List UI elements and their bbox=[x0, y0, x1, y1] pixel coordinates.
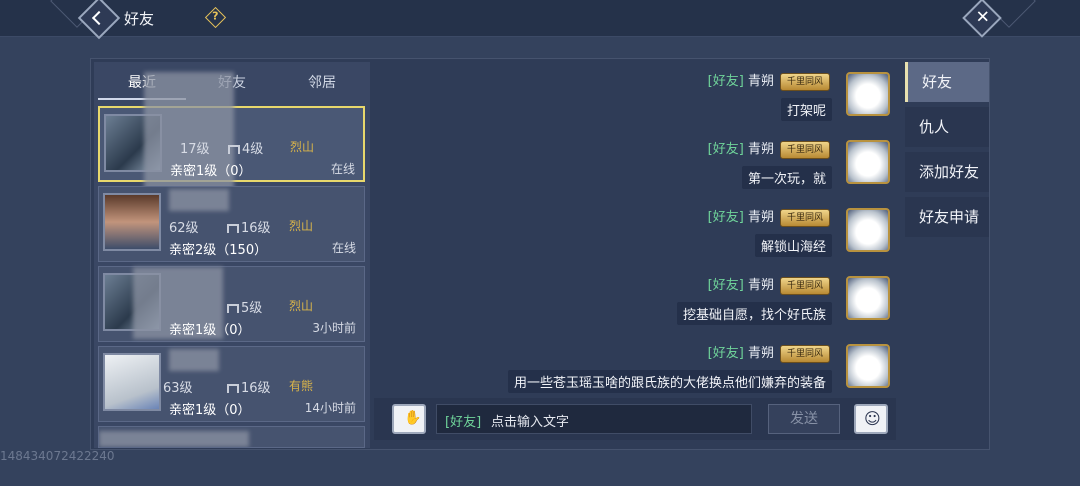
message-bubble: 挖基础自愿，找个好氏族 bbox=[676, 302, 832, 325]
privacy-blur bbox=[169, 189, 229, 211]
home-level: 5级 bbox=[227, 297, 262, 316]
chat-input-bar: ✋ [好友] 点击输入文字 发送 ☺ bbox=[374, 398, 896, 440]
player-level: 63级 bbox=[163, 381, 193, 396]
chat-message: [好友] 青朔 千里同风 用一些苍玉瑶玉啥的跟氏族的大佬换点他们嫌弃的装备 bbox=[374, 338, 900, 402]
sender-avatar[interactable] bbox=[846, 276, 890, 320]
side-tab-add-friend[interactable]: 添加好友 bbox=[905, 152, 989, 192]
player-level: 62级 bbox=[169, 221, 199, 236]
chat-message: [好友] 青朔 千里同风 解锁山海经 bbox=[374, 202, 900, 266]
send-button[interactable]: 发送 bbox=[768, 404, 840, 434]
side-tab-friend-requests[interactable]: 好友申请 bbox=[905, 197, 989, 237]
message-header: [好友] 青朔 千里同风 bbox=[708, 206, 830, 227]
page-title: 好友 bbox=[124, 10, 155, 28]
chat-input[interactable]: [好友] 点击输入文字 bbox=[436, 404, 752, 434]
message-header: [好友] 青朔 千里同风 bbox=[708, 70, 830, 91]
avatar bbox=[103, 193, 161, 251]
online-status: 在线 bbox=[331, 241, 356, 255]
player-level: 17级 bbox=[180, 142, 210, 157]
privacy-blur bbox=[99, 431, 249, 447]
online-status: 3小时前 bbox=[312, 321, 356, 335]
title-badge: 千里同风 bbox=[779, 73, 830, 91]
friend-card[interactable]: 63级 16级 有熊 亲密1级（0） 14小时前 bbox=[98, 346, 365, 422]
sect-name: 有熊 bbox=[289, 379, 314, 393]
message-header: [好友] 青朔 千里同风 bbox=[708, 342, 830, 363]
privacy-blur bbox=[169, 349, 219, 371]
friend-card[interactable] bbox=[98, 426, 365, 448]
home-level: 4级 bbox=[228, 138, 263, 157]
top-bar: 好友 ? ✕ bbox=[0, 0, 1080, 40]
intimacy-level: 亲密1级（0） bbox=[170, 164, 252, 179]
voice-button[interactable]: ✋ bbox=[392, 404, 426, 434]
home-icon bbox=[227, 384, 239, 393]
sender-avatar[interactable] bbox=[846, 344, 890, 388]
emoji-button[interactable]: ☺ bbox=[854, 404, 888, 434]
friend-card[interactable]: 62级 16级 烈山 亲密2级（150） 在线 bbox=[98, 186, 365, 262]
home-level: 16级 bbox=[227, 377, 271, 396]
emoji-icon: ☺ bbox=[864, 409, 881, 428]
sect-name: 烈山 bbox=[289, 219, 314, 233]
intimacy-level: 亲密1级（0） bbox=[169, 323, 251, 338]
sender-avatar[interactable] bbox=[846, 140, 890, 184]
close-icon: ✕ bbox=[975, 7, 990, 28]
message-header: [好友] 青朔 千里同风 bbox=[708, 138, 830, 159]
online-status: 在线 bbox=[330, 162, 355, 176]
privacy-blur bbox=[144, 72, 234, 202]
help-icon[interactable]: ? bbox=[204, 6, 227, 29]
intimacy-level: 亲密1级（0） bbox=[169, 403, 251, 418]
sect-name: 烈山 bbox=[289, 299, 314, 313]
channel-tag: [好友] bbox=[445, 415, 482, 430]
watermark-id: 148434072422240 bbox=[0, 449, 115, 463]
tab-neighbors[interactable]: 邻居 bbox=[278, 68, 366, 98]
title-badge: 千里同风 bbox=[779, 277, 830, 295]
home-icon bbox=[228, 145, 240, 154]
online-status: 14小时前 bbox=[304, 401, 356, 415]
message-header: [好友] 青朔 千里同风 bbox=[708, 274, 830, 295]
sender-avatar[interactable] bbox=[846, 208, 890, 252]
message-bubble: 打架呢 bbox=[780, 98, 832, 121]
home-icon bbox=[227, 304, 239, 313]
microphone-icon: ✋ bbox=[404, 410, 422, 426]
home-level: 16级 bbox=[227, 217, 271, 236]
chat-message: [好友] 青朔 千里同风 挖基础自愿，找个好氏族 bbox=[374, 270, 900, 334]
chat-message: [好友] 青朔 千里同风 第一次玩，就 bbox=[374, 134, 900, 198]
message-bubble: 解锁山海经 bbox=[754, 234, 832, 257]
sender-avatar[interactable] bbox=[846, 72, 890, 116]
message-bubble: 第一次玩，就 bbox=[741, 166, 832, 189]
home-icon bbox=[227, 224, 239, 233]
message-bubble: 用一些苍玉瑶玉啥的跟氏族的大佬换点他们嫌弃的装备 bbox=[507, 370, 832, 393]
title-badge: 千里同风 bbox=[779, 209, 830, 227]
intimacy-level: 亲密2级（150） bbox=[169, 243, 268, 258]
title-badge: 千里同风 bbox=[779, 141, 830, 159]
friend-card[interactable]: 5级 烈山 亲密1级（0） 3小时前 bbox=[98, 266, 365, 342]
avatar bbox=[103, 353, 161, 411]
input-placeholder: 点击输入文字 bbox=[491, 415, 570, 430]
sect-name: 烈山 bbox=[290, 140, 315, 154]
side-tab-enemies[interactable]: 仇人 bbox=[905, 107, 989, 147]
title-badge: 千里同风 bbox=[779, 345, 830, 363]
side-tab-friends[interactable]: 好友 bbox=[905, 62, 989, 102]
chat-area: [好友] 青朔 千里同风 打架呢 [好友] 青朔 千里同风 第一次玩，就 [好友] … bbox=[374, 62, 900, 393]
chat-message: [好友] 青朔 千里同风 打架呢 bbox=[374, 66, 900, 130]
friend-card[interactable]: 17级 4级 烈山 亲密1级（0） 在线 bbox=[98, 72, 365, 202]
